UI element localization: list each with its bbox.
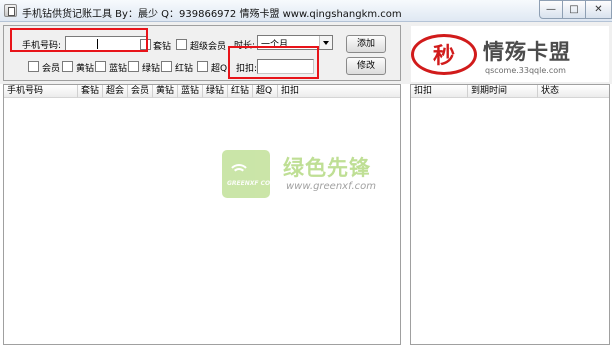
record-list[interactable]: 手机号码 套钻 超会 会员 黄钻 蓝钻 绿钻 红钻 超Q 扣扣 <box>3 84 401 345</box>
form-panel: 手机号码: 套钻 超级会员 会员 黄钻 蓝钻 绿钻 红钻 超Q 时长: 一个月 … <box>3 25 401 81</box>
checkbox-label-yellow: 黄钻 <box>76 64 95 74</box>
column-header[interactable]: 绿钻 <box>203 85 228 98</box>
maximize-icon: □ <box>569 4 579 15</box>
add-button[interactable]: 添加 <box>346 35 386 53</box>
checkbox-green[interactable] <box>128 61 139 72</box>
column-header[interactable]: 黄钻 <box>153 85 178 98</box>
text-caret <box>97 39 98 49</box>
modify-button[interactable]: 修改 <box>346 57 386 75</box>
checkbox-taozuan[interactable] <box>140 39 151 50</box>
column-header[interactable]: 手机号码 <box>4 85 78 98</box>
checkbox-member[interactable] <box>28 61 39 72</box>
duration-select[interactable]: 一个月 <box>257 35 333 50</box>
column-header[interactable]: 红钻 <box>228 85 253 98</box>
window-title: 手机钻供货记账工具 By：晨少 Q：939866972 情殇卡盟 www.qin… <box>22 9 402 20</box>
phone-label: 手机号码: <box>22 41 62 51</box>
checkbox-label-superq: 超Q <box>211 64 228 74</box>
checkbox-label-green: 绿钻 <box>142 64 161 74</box>
watermark-text: 绿色先锋 <box>283 156 371 180</box>
column-header[interactable]: 到期时间 <box>468 85 538 98</box>
checkbox-label-taozuan: 套钻 <box>153 42 172 52</box>
column-header[interactable]: 扣扣 <box>278 85 400 98</box>
deduct-label: 扣扣: <box>236 64 258 74</box>
brand-name: 情殇卡盟 <box>483 40 571 64</box>
checkbox-label-blue: 蓝钻 <box>109 64 128 74</box>
column-header[interactable]: 超Q <box>253 85 278 98</box>
column-header[interactable]: 超会 <box>103 85 128 98</box>
maximize-button[interactable]: □ <box>562 0 586 19</box>
column-header[interactable]: 扣扣 <box>411 85 468 98</box>
duration-label: 时长: <box>234 41 256 51</box>
column-header[interactable]: 状态 <box>538 85 609 98</box>
close-icon: ✕ <box>594 4 603 15</box>
checkbox-label-red: 红钻 <box>175 64 194 74</box>
minimize-icon: — <box>546 4 556 15</box>
watermark-url: www.greenxf.com <box>286 181 376 192</box>
deduct-input[interactable] <box>257 59 314 74</box>
watermark-badge-text: GREENXF COM <box>227 180 277 187</box>
close-button[interactable]: ✕ <box>585 0 612 19</box>
seal-logo-icon: 秒 <box>411 34 477 75</box>
checkbox-super-member[interactable] <box>176 39 187 50</box>
duration-select-value: 一个月 <box>261 40 289 50</box>
checkbox-yellow[interactable] <box>62 61 73 72</box>
column-header[interactable]: 套钻 <box>78 85 103 98</box>
checkbox-label-member: 会员 <box>42 64 61 74</box>
chevron-down-icon[interactable] <box>319 36 332 49</box>
watermark-logo-icon <box>222 150 270 198</box>
title-bar: 手机钻供货记账工具 By：晨少 Q：939866972 情殇卡盟 www.qin… <box>0 0 612 22</box>
checkbox-superq[interactable] <box>197 61 208 72</box>
column-header[interactable]: 会员 <box>128 85 153 98</box>
brand-logo: 秒 情殇卡盟 qscome.33qqle.com <box>411 26 609 82</box>
seal-char: 秒 <box>432 43 455 69</box>
checkbox-red[interactable] <box>161 61 172 72</box>
expiry-list[interactable]: 扣扣 到期时间 状态 <box>410 84 610 345</box>
brand-url: qscome.33qqle.com <box>485 66 566 75</box>
phone-input[interactable] <box>65 36 147 51</box>
checkbox-blue[interactable] <box>95 61 106 72</box>
checkbox-label-super-member: 超级会员 <box>190 42 227 52</box>
column-header[interactable]: 蓝钻 <box>178 85 203 98</box>
app-icon <box>4 4 17 17</box>
minimize-button[interactable]: — <box>539 0 563 19</box>
